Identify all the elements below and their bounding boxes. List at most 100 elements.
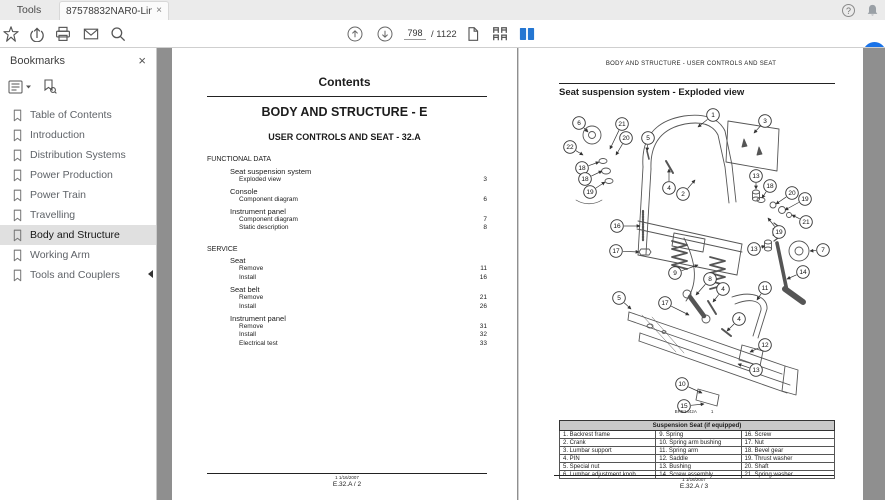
parts-table-cell: 19. Thrust washer <box>741 455 835 463</box>
bookmark-options-button[interactable] <box>8 80 32 94</box>
toc-entry[interactable]: Install16 <box>239 274 487 283</box>
toc-entry-page: 6 <box>483 196 487 205</box>
svg-text:8: 8 <box>708 276 712 283</box>
bookmark-item-power-train[interactable]: Power Train <box>0 185 156 205</box>
help-icon[interactable]: ? <box>842 4 855 17</box>
svg-text:20: 20 <box>788 190 796 197</box>
tab-document-title: 87578832NAR0-Lin... <box>66 6 152 17</box>
toc-entry[interactable]: Component diagram7 <box>239 216 487 225</box>
svg-text:10: 10 <box>678 381 686 388</box>
bookmark-flag-icon <box>12 169 23 182</box>
toc-entry-label: Electrical test <box>239 340 278 349</box>
notifications-bell-icon[interactable] <box>866 4 879 17</box>
callout-17: 17 <box>659 297 689 315</box>
printer-icon <box>55 26 71 42</box>
toc-entry[interactable]: Component diagram6 <box>239 196 487 205</box>
svg-text:5: 5 <box>617 295 621 302</box>
toc-group-title: Seat belt <box>230 285 487 294</box>
sidebar-collapse-handle[interactable] <box>147 266 154 276</box>
toc-entry-label: Exploded view <box>239 176 281 185</box>
parts-table-cell: 18. Bevel gear <box>741 447 835 455</box>
email-button[interactable] <box>83 26 99 42</box>
bookmark-item-label: Body and Structure <box>30 229 120 241</box>
tab-close-icon[interactable]: × <box>156 6 162 16</box>
favorite-button[interactable] <box>3 26 19 42</box>
single-page-view-button[interactable] <box>465 26 481 42</box>
toc-entry[interactable]: Electrical test33 <box>239 340 487 349</box>
toc-entry[interactable]: Install 26 <box>239 303 487 312</box>
callout-20: 20 <box>776 187 798 204</box>
footer-page-code: E.32.A / 2 <box>207 481 487 488</box>
svg-text:5: 5 <box>646 135 650 142</box>
callout-5: 5 <box>613 292 631 309</box>
bookmark-item-distribution-systems[interactable]: Distribution Systems <box>0 145 156 165</box>
parts-table-row: 5. Special nut13. Bushing20. Shaft <box>560 463 835 471</box>
bookmark-item-tools-and-couplers[interactable]: Tools and Couplers <box>0 265 156 285</box>
figure-caption: BRE1442A 1 <box>649 409 739 414</box>
print-button[interactable] <box>55 26 71 42</box>
bookmark-item-travelling[interactable]: Travelling <box>0 205 156 225</box>
toc-entry[interactable]: Exploded view3 <box>239 176 487 185</box>
parts-table-row: 2. Crank10. Spring arm bushing17. Nut <box>560 439 835 447</box>
toc-entry[interactable]: Remove21 <box>239 294 487 303</box>
callout-13: 13 <box>748 243 765 256</box>
bookmarks-panel: Bookmarks × Table of ContentsIntroductio… <box>0 48 157 500</box>
callout-3: 3 <box>754 115 771 133</box>
next-page-button[interactable] <box>377 26 393 42</box>
bookmark-item-working-arm[interactable]: Working Arm <box>0 245 156 265</box>
toc-entry[interactable]: Remove31 <box>239 323 487 332</box>
facing-pages-view-button[interactable] <box>519 26 535 42</box>
bookmark-item-introduction[interactable]: Introduction <box>0 125 156 145</box>
svg-text:18: 18 <box>581 176 589 183</box>
bookmark-item-label: Power Train <box>30 189 86 201</box>
search-button[interactable] <box>110 26 126 42</box>
toc-entry[interactable]: Install32 <box>239 331 487 340</box>
callout-12: 12 <box>750 339 771 352</box>
thumbnails-view-button[interactable] <box>492 26 508 42</box>
toc-entry-page: 31 <box>480 323 487 332</box>
callout-5: 5 <box>642 132 655 151</box>
toc-entry-page: 11 <box>480 265 487 274</box>
bookmark-item-body-and-structure[interactable]: Body and Structure <box>0 225 156 245</box>
bookmark-item-table-of-contents[interactable]: Table of Contents <box>0 105 156 125</box>
toc-entry[interactable]: Static description8 <box>239 224 487 233</box>
svg-text:7: 7 <box>821 247 825 254</box>
page-total-label: / 1122 <box>431 29 457 40</box>
svg-text:17: 17 <box>661 300 669 307</box>
svg-text:2: 2 <box>681 191 685 198</box>
toc-entry[interactable]: Remove11 <box>239 265 487 274</box>
callout-20: 20 <box>616 132 632 155</box>
bookmarks-close-icon[interactable]: × <box>138 54 146 67</box>
toc-entry-label: Install <box>239 303 256 312</box>
callout-18: 18 <box>576 162 599 175</box>
tab-tools[interactable]: Tools <box>0 0 58 20</box>
toc-entry-page: 26 <box>480 303 487 312</box>
page-number-input[interactable] <box>404 27 426 40</box>
callout-18: 18 <box>762 180 776 198</box>
toc-entry-page: 7 <box>483 216 487 225</box>
locate-bookmark-button[interactable] <box>42 79 57 94</box>
figure-index: 1 <box>711 409 714 414</box>
bookmark-item-power-production[interactable]: Power Production <box>0 165 156 185</box>
toc-entry-label: Static description <box>239 224 289 233</box>
magnifier-icon <box>110 26 126 42</box>
toc-entry-page: 16 <box>480 274 487 283</box>
bookmark-flag-icon <box>12 109 23 122</box>
previous-page-button[interactable] <box>347 26 363 42</box>
callout-layer: 1362120522181819421318201921191617137981… <box>564 109 830 413</box>
svg-text:19: 19 <box>801 196 809 203</box>
share-button[interactable] <box>29 26 45 42</box>
svg-text:20: 20 <box>622 135 630 142</box>
bookmark-list: Table of ContentsIntroductionDistributio… <box>0 105 156 285</box>
parts-table-row: 3. Lumbar support11. Spring arm18. Bevel… <box>560 447 835 455</box>
bookmark-flag-icon <box>12 209 23 222</box>
tab-document[interactable]: 87578832NAR0-Lin... × <box>59 1 169 20</box>
parts-table-cell: 17. Nut <box>741 439 835 447</box>
bookmark-flag-icon <box>12 229 23 242</box>
callout-7: 7 <box>810 244 829 257</box>
exploded-view-diagram: 1362120522181819421318201921191617137981… <box>546 105 876 415</box>
document-canvas[interactable]: Contents BODY AND STRUCTURE - E USER CON… <box>158 48 885 500</box>
svg-text:17: 17 <box>612 248 620 255</box>
footer-page-code: E.32.A / 3 <box>554 483 834 490</box>
bookmarks-panel-title: Bookmarks <box>10 55 65 67</box>
